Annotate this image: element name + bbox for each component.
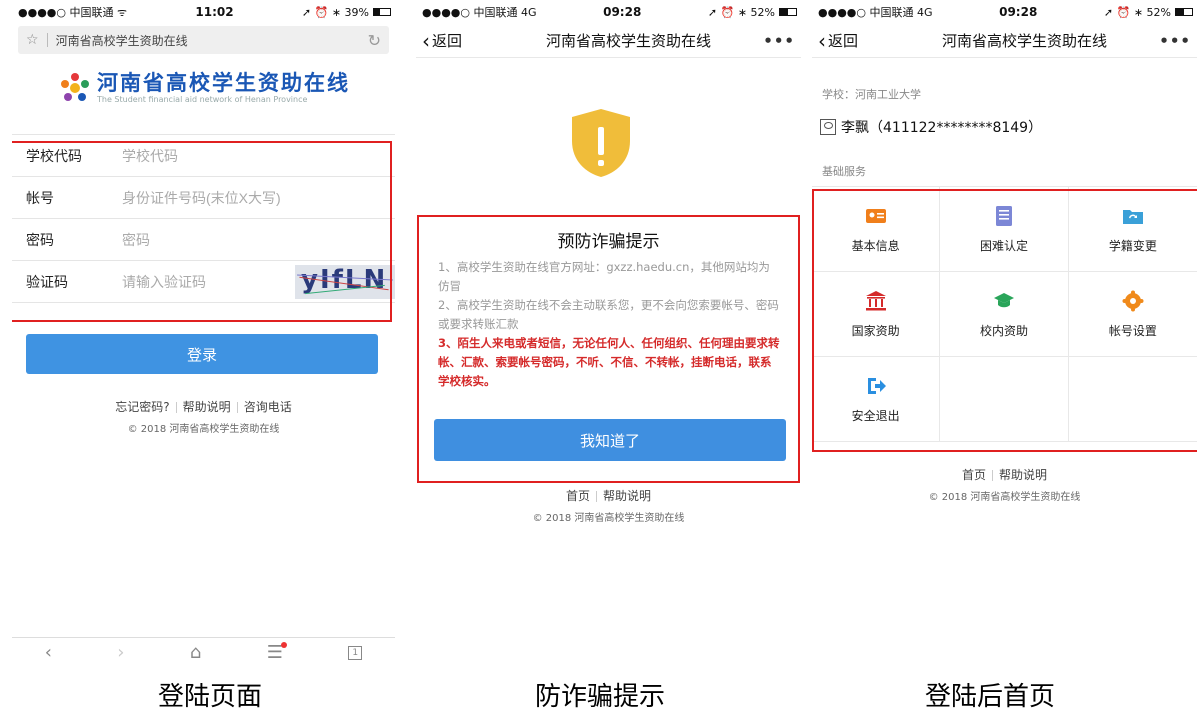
star-icon[interactable]: ☆ <box>26 32 39 48</box>
page-title: 河南省高校学生资助在线 <box>941 32 1107 50</box>
caption-login: 登陆页面 <box>157 682 262 712</box>
browser-toolbar: ‹ › ⌂ ☰ 1 <box>12 637 395 667</box>
logo-emblem-icon <box>61 73 89 101</box>
footer-links: 忘记密码? 帮助说明 咨询电话 <box>12 398 395 415</box>
help-link[interactable]: 帮助说明 <box>183 400 231 414</box>
copyright: © 2018 河南省高校学生资助在线 <box>928 492 1081 503</box>
back-button[interactable]: ‹ 返回 <box>818 29 898 53</box>
divider <box>46 33 48 47</box>
help-link[interactable]: 帮助说明 <box>999 468 1047 482</box>
address-text[interactable]: 河南省高校学生资助在线 <box>56 32 188 49</box>
services-heading: 基础服务 <box>822 165 866 178</box>
back-label: 返回 <box>432 32 463 50</box>
forward-icon[interactable]: › <box>117 642 124 663</box>
status-right: ➚ ⏰ ∗ 39% <box>302 6 391 19</box>
page-title: 河南省高校学生资助在线 <box>545 32 711 50</box>
login-button[interactable]: 登录 <box>26 334 378 374</box>
back-label: 返回 <box>828 32 859 50</box>
carrier-text: ●●●●○ 中国联通 ᯤ <box>18 6 128 19</box>
tabs-icon[interactable]: 1 <box>348 645 363 660</box>
carrier-text: ●●●●○ 中国联通 4G <box>422 6 537 19</box>
reload-icon[interactable]: ↻ <box>368 31 381 50</box>
site-logo: 河南省高校学生资助在线 The Student financial aid ne… <box>12 68 395 108</box>
fraud-warning-screen: ●●●●○ 中国联通 4G 09:28 ➚ ⏰ ∗ 52% ‹ 返回 河南省高校学… <box>416 0 801 668</box>
nav-bar: ‹ 返回 河南省高校学生资助在线 ••• <box>416 24 801 58</box>
clock: 09:28 <box>603 5 642 19</box>
carrier-text: ●●●●○ 中国联通 4G <box>818 6 933 19</box>
highlight-box <box>417 215 800 483</box>
home-screen: ●●●●○ 中国联通 4G 09:28 ➚ ⏰ ∗ 52% ‹ 返回 河南省高校学… <box>812 0 1197 668</box>
warning-shield-icon <box>572 109 630 177</box>
chevron-left-icon: ‹ <box>422 28 430 53</box>
logo-subtitle: The Student financial aid network of Hen… <box>97 95 308 104</box>
address-bar[interactable]: ☆ 河南省高校学生资助在线 ↻ <box>18 26 389 54</box>
clock: 11:02 <box>195 5 234 19</box>
back-button[interactable]: ‹ 返回 <box>422 29 502 53</box>
status-icons: ➚ ⏰ ∗ 52% <box>1103 5 1171 19</box>
contact-phone-link[interactable]: 咨询电话 <box>244 400 292 414</box>
footer-links: 首页 帮助说明 <box>812 466 1197 483</box>
status-right: ➚ ⏰ ∗ 52% <box>1104 6 1193 19</box>
home-icon[interactable]: ⌂ <box>190 642 201 663</box>
user-icon <box>820 119 836 135</box>
school-name: 学校：河南工业大学 <box>822 88 921 101</box>
highlight-box <box>12 141 392 322</box>
status-icons: ➚ ⏰ ∗ 39% <box>301 5 369 19</box>
forgot-password-link[interactable]: 忘记密码? <box>115 400 169 414</box>
copyright: © 2018 河南省高校学生资助在线 <box>127 424 280 435</box>
caption-home: 登陆后首页 <box>924 682 1055 712</box>
logo-title: 河南省高校学生资助在线 <box>97 71 350 95</box>
copyright: © 2018 河南省高校学生资助在线 <box>532 513 685 524</box>
user-info: 李飘（411122********8149） <box>820 117 1042 137</box>
status-bar: ●●●●○ 中国联通 ᯤ 11:02 ➚ ⏰ ∗ 39% <box>12 0 395 24</box>
more-icon[interactable]: ••• <box>755 32 795 50</box>
status-bar: ●●●●○ 中国联通 4G 09:28 ➚ ⏰ ∗ 52% <box>416 0 801 24</box>
footer-links: 首页 帮助说明 <box>416 487 801 504</box>
status-icons: ➚ ⏰ ∗ 52% <box>707 5 775 19</box>
battery-icon <box>778 8 797 16</box>
home-link[interactable]: 首页 <box>566 489 590 503</box>
more-icon[interactable]: ••• <box>1151 32 1191 50</box>
battery-icon <box>373 8 391 16</box>
user-name-id: 李飘（411122********8149） <box>841 120 1043 136</box>
login-screen: ●●●●○ 中国联通 ᯤ 11:02 ➚ ⏰ ∗ 39% ☆ 河南省高校学生资助… <box>12 0 395 668</box>
status-right: ➚ ⏰ ∗ 52% <box>708 6 797 19</box>
help-link[interactable]: 帮助说明 <box>603 489 651 503</box>
menu-icon[interactable]: ☰ <box>267 642 287 663</box>
battery-icon <box>1174 8 1193 16</box>
chevron-left-icon: ‹ <box>818 28 826 53</box>
highlight-box <box>812 189 1197 452</box>
caption-fraud: 防诈骗提示 <box>534 682 665 712</box>
back-icon[interactable]: ‹ <box>45 642 52 663</box>
home-link[interactable]: 首页 <box>962 468 986 482</box>
clock: 09:28 <box>999 5 1038 19</box>
status-bar: ●●●●○ 中国联通 4G 09:28 ➚ ⏰ ∗ 52% <box>812 0 1197 24</box>
nav-bar: ‹ 返回 河南省高校学生资助在线 ••• <box>812 24 1197 58</box>
